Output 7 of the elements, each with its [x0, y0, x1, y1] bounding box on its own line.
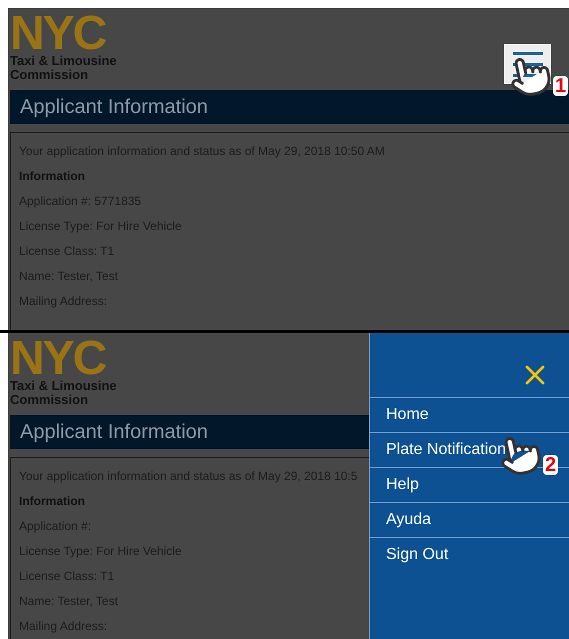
menu-item[interactable]: Ayuda	[370, 502, 569, 537]
menu-item[interactable]: Home	[370, 397, 569, 432]
logo-mark: NYC	[10, 14, 106, 54]
step-number: 1	[553, 76, 568, 96]
menu-item[interactable]: Sign Out	[370, 537, 569, 572]
logo-mark: NYC	[10, 339, 106, 379]
step-number: 2	[543, 455, 558, 475]
